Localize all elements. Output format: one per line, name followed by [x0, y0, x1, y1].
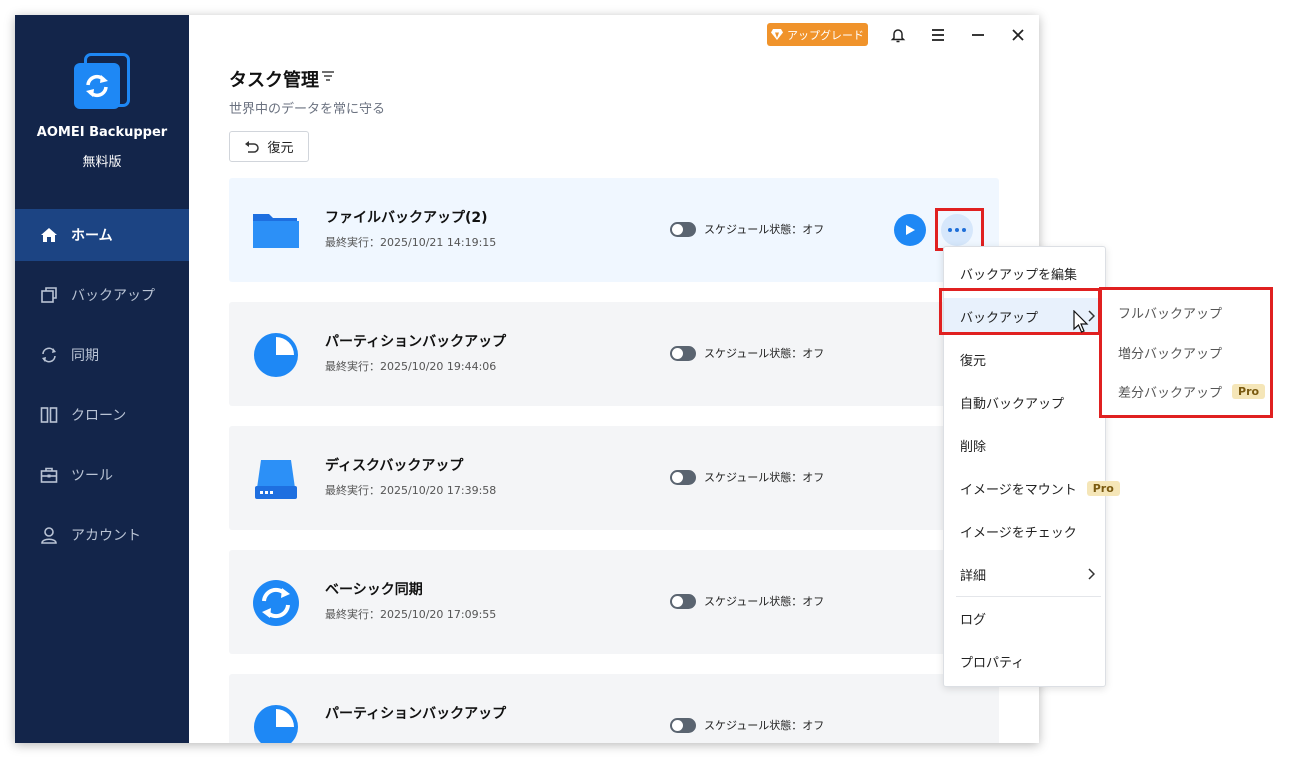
home-icon	[41, 228, 57, 242]
schedule-toggle[interactable]	[670, 593, 696, 609]
schedule-label: スケジュール状態：オフ	[704, 223, 825, 236]
task-card[interactable]: ファイルバックアップ(2) 最終実行：2025/10/21 14:19:15 ス…	[229, 178, 999, 282]
task-last-run: 最終実行：2025/10/20 17:39:58	[325, 484, 497, 497]
folder-icon	[253, 214, 299, 248]
sidebar-item-sync[interactable]: 同期	[15, 329, 189, 381]
play-icon	[906, 225, 915, 235]
task-card[interactable]: ディスクバックアップ 最終実行：2025/10/20 17:39:58 スケジュ…	[229, 426, 999, 530]
schedule-label: スケジュール状態：オフ	[704, 471, 825, 484]
sidebar-item-label: ホーム	[71, 228, 113, 244]
schedule-toggle[interactable]	[670, 221, 696, 237]
task-last-run: 最終実行：2025/10/20 17:09:55	[325, 608, 497, 621]
app-logo-icon	[72, 53, 132, 113]
sidebar-item-account[interactable]: アカウント	[15, 509, 189, 561]
toolbox-icon	[40, 467, 58, 483]
sidebar-item-backup[interactable]: バックアップ	[15, 269, 189, 321]
diamond-icon	[771, 29, 783, 40]
task-last-run: 最終実行：2025/10/21 14:19:15	[325, 236, 497, 249]
app-window: AOMEI Backupper 無料版 ホーム バックアップ 同期 クローン ツ…	[15, 15, 1039, 743]
schedule-status: スケジュール状態：オフ	[670, 469, 824, 485]
menu-item-mount-image[interactable]: イメージをマウント Pro	[944, 470, 1120, 506]
disk-icon	[255, 460, 297, 499]
sidebar-item-label: アカウント	[71, 528, 141, 544]
schedule-status: スケジュール状態：オフ	[670, 593, 824, 609]
highlight-more-button	[935, 208, 984, 251]
page-title: タスク管理	[229, 70, 319, 91]
sidebar-item-label: 同期	[71, 348, 99, 364]
sidebar-item-home[interactable]: ホーム	[15, 209, 189, 261]
menu-item-log[interactable]: ログ	[944, 600, 1105, 636]
minimize-icon[interactable]	[968, 25, 988, 45]
task-card[interactable]: パーティションバックアップ 最終実行：2025/10/20 19:44:06 ス…	[229, 302, 999, 406]
task-name: パーティションバックアップ	[325, 334, 507, 350]
close-icon[interactable]	[1008, 25, 1028, 45]
menu-item-delete[interactable]: 削除	[944, 427, 1105, 463]
highlight-submenu	[1099, 287, 1273, 418]
partition-icon	[254, 333, 298, 377]
task-name: ディスクバックアップ	[325, 458, 464, 474]
app-edition: 無料版	[82, 155, 122, 170]
undo-icon	[245, 140, 260, 153]
menu-item-auto-backup[interactable]: 自動バックアップ	[944, 384, 1105, 420]
task-card[interactable]: ベーシック同期 最終実行：2025/10/20 17:09:55 スケジュール状…	[229, 550, 999, 654]
run-task-button[interactable]	[894, 214, 926, 246]
upgrade-label: アップグレード	[787, 28, 864, 42]
sidebar-item-label: バックアップ	[71, 288, 155, 304]
partition-icon	[254, 705, 298, 743]
app-name: AOMEI Backupper	[36, 125, 168, 140]
schedule-label: スケジュール状態：オフ	[704, 595, 825, 608]
task-name: ベーシック同期	[325, 582, 423, 598]
sidebar-item-tools[interactable]: ツール	[15, 449, 189, 501]
menu-item-details[interactable]: 詳細	[944, 556, 1105, 592]
menu-item-edit-backup[interactable]: バックアップを編集	[944, 255, 1105, 291]
sync-icon	[42, 347, 56, 363]
task-last-run: 最終実行：2025/10/20 19:44:06	[325, 360, 497, 373]
sidebar-item-label: クローン	[71, 408, 127, 424]
schedule-toggle[interactable]	[670, 469, 696, 485]
schedule-toggle[interactable]	[670, 717, 696, 733]
schedule-status: スケジュール状態：オフ	[670, 345, 824, 361]
menu-icon[interactable]	[928, 25, 948, 45]
pro-badge: Pro	[1086, 480, 1120, 496]
mouse-cursor-icon	[1073, 310, 1089, 333]
chevron-right-icon	[1088, 568, 1095, 580]
sidebar-item-label: ツール	[71, 468, 113, 484]
menu-item-restore[interactable]: 復元	[944, 341, 1105, 377]
task-name: ファイルバックアップ(2)	[325, 210, 488, 226]
sidebar-item-clone[interactable]: クローン	[15, 389, 189, 441]
backup-icon	[41, 287, 57, 303]
page-subtitle: 世界中のデータを常に守る	[229, 102, 386, 117]
task-card[interactable]: パーティションバックアップ スケジュール状態：オフ	[229, 674, 999, 743]
restore-label: 復元	[267, 141, 294, 156]
menu-item-check-image[interactable]: イメージをチェック	[944, 513, 1105, 549]
upgrade-button[interactable]: アップグレード	[767, 23, 868, 46]
schedule-status: スケジュール状態：オフ	[670, 717, 824, 733]
schedule-label: スケジュール状態：オフ	[704, 719, 825, 732]
menu-item-properties[interactable]: プロパティ	[944, 643, 1105, 679]
user-icon	[41, 527, 57, 544]
schedule-status: スケジュール状態：オフ	[670, 221, 824, 237]
task-name: パーティションバックアップ	[325, 706, 507, 722]
restore-button[interactable]: 復元	[229, 131, 309, 162]
sidebar: AOMEI Backupper 無料版 ホーム バックアップ 同期 クローン ツ…	[15, 15, 189, 743]
sync-circle-icon	[253, 580, 299, 626]
filter-icon[interactable]	[321, 70, 335, 82]
bell-icon[interactable]	[888, 25, 908, 45]
clone-icon	[40, 407, 58, 423]
schedule-label: スケジュール状態：オフ	[704, 347, 825, 360]
schedule-toggle[interactable]	[670, 345, 696, 361]
menu-divider	[956, 596, 1101, 597]
